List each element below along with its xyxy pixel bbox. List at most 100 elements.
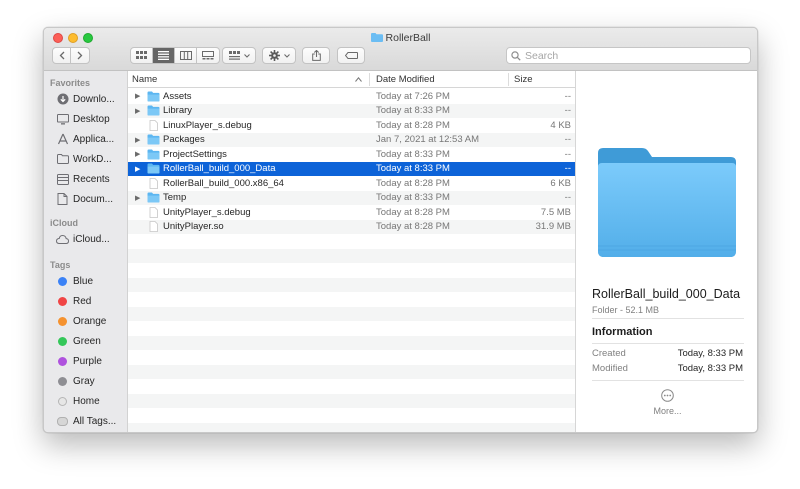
disclosure-triangle-icon[interactable]: ▶ bbox=[135, 136, 143, 144]
folder-icon bbox=[147, 192, 160, 203]
share-button[interactable] bbox=[302, 47, 330, 64]
row-name: Library bbox=[163, 105, 193, 117]
sidebar-item-icloud[interactable]: iCloud... bbox=[56, 231, 128, 247]
divider bbox=[592, 380, 744, 381]
action-menu-button[interactable] bbox=[262, 47, 296, 64]
tag-dot bbox=[58, 276, 67, 286]
table-row[interactable]: UnityPlayer.so Today at 8:28 PM 31.9 MB bbox=[128, 219, 575, 234]
sidebar-item-label: iCloud... bbox=[73, 233, 110, 245]
table-row[interactable]: RollerBall_build_000.x86_64 Today at 8:28… bbox=[128, 176, 575, 191]
sidebar-item-label: Red bbox=[73, 295, 92, 307]
row-date-modified: Today at 8:33 PM bbox=[376, 105, 450, 117]
sidebar-item-applications[interactable]: Applica... bbox=[56, 131, 128, 147]
sidebar-tag-red[interactable]: Red bbox=[56, 293, 128, 309]
sidebar-tag-blue[interactable]: Blue bbox=[56, 273, 128, 289]
tag-dot bbox=[58, 296, 67, 306]
column-header-size[interactable]: Size bbox=[514, 74, 532, 85]
row-name: ProjectSettings bbox=[163, 148, 227, 160]
row-date-modified: Today at 8:28 PM bbox=[376, 119, 450, 131]
forward-button[interactable] bbox=[71, 48, 89, 63]
row-name: LinuxPlayer_s.debug bbox=[163, 119, 252, 131]
folder-icon bbox=[147, 149, 160, 160]
gallery-view-button[interactable] bbox=[197, 48, 219, 63]
column-header-date-modified[interactable]: Date Modified bbox=[376, 74, 435, 85]
sidebar-heading-icloud: iCloud bbox=[50, 218, 78, 228]
list-header: Name Date Modified Size bbox=[128, 71, 575, 88]
chevron-left-icon bbox=[59, 51, 64, 60]
folder-icon bbox=[147, 105, 160, 116]
row-size: 31.9 MB bbox=[535, 221, 571, 233]
table-row[interactable]: LinuxPlayer_s.debug Today at 8:28 PM 4 KB bbox=[128, 118, 575, 133]
sidebar-tag-home[interactable]: Home bbox=[56, 393, 128, 409]
sidebar-tag-orange[interactable]: Orange bbox=[56, 313, 128, 329]
table-row[interactable]: ▶ Packages Jan 7, 2021 at 12:53 AM -- bbox=[128, 132, 575, 147]
cloud-icon bbox=[56, 233, 69, 246]
folder-preview-icon bbox=[598, 148, 736, 257]
finder-window: RollerBall Search Favorites Downlo... De… bbox=[43, 27, 758, 433]
edit-tags-button[interactable] bbox=[337, 47, 365, 64]
sidebar-item-downloads[interactable]: Downlo... bbox=[56, 91, 128, 107]
table-row[interactable]: ▶ RollerBall_build_000_Data Today at 8:33 … bbox=[128, 161, 575, 176]
divider bbox=[592, 343, 744, 344]
sidebar-tag-purple[interactable]: Purple bbox=[56, 353, 128, 369]
disclosure-triangle-icon[interactable]: ▶ bbox=[135, 165, 143, 173]
table-row[interactable]: ▶ ProjectSettings Today at 8:33 PM -- bbox=[128, 147, 575, 162]
sidebar-item-label: WorkD... bbox=[73, 153, 112, 165]
empty-row-stripe bbox=[128, 277, 575, 292]
divider bbox=[592, 318, 744, 319]
gallery-icon bbox=[202, 51, 214, 60]
search-field[interactable]: Search bbox=[506, 47, 751, 64]
list-view-button[interactable] bbox=[153, 48, 175, 63]
table-row[interactable]: UnityPlayer_s.debug Today at 8:28 PM 7.5 M… bbox=[128, 205, 575, 220]
icon-view-button[interactable] bbox=[131, 48, 153, 63]
sidebar-item-label: Orange bbox=[73, 315, 107, 327]
share-icon bbox=[311, 50, 321, 61]
table-row[interactable]: ▶ Assets Today at 7:26 PM -- bbox=[128, 89, 575, 104]
file-icon bbox=[147, 119, 160, 131]
row-date-modified: Today at 8:28 PM bbox=[376, 206, 450, 218]
created-label: Created bbox=[592, 348, 626, 359]
group-icon bbox=[228, 51, 240, 60]
more-button[interactable]: More... bbox=[576, 406, 757, 416]
back-button[interactable] bbox=[53, 48, 71, 63]
preview-subtitle: Folder - 52.1 MB bbox=[592, 305, 660, 315]
applications-icon bbox=[56, 133, 69, 146]
search-icon bbox=[511, 50, 521, 61]
table-row[interactable]: ▶ Library Today at 8:33 PM -- bbox=[128, 103, 575, 118]
more-icon[interactable] bbox=[661, 389, 674, 402]
disclosure-triangle-icon[interactable]: ▶ bbox=[135, 150, 143, 158]
tag-dot bbox=[58, 316, 67, 326]
group-by-button[interactable] bbox=[222, 47, 256, 64]
chevron-down-icon bbox=[283, 53, 290, 58]
disclosure-triangle-icon[interactable]: ▶ bbox=[135, 107, 143, 115]
sidebar-tag-green[interactable]: Green bbox=[56, 333, 128, 349]
search-placeholder: Search bbox=[525, 49, 559, 62]
columns-icon bbox=[179, 51, 192, 60]
folder-icon bbox=[56, 153, 69, 166]
tag-dot bbox=[58, 336, 67, 346]
file-icon bbox=[147, 206, 160, 218]
empty-row-stripe bbox=[128, 350, 575, 365]
tag-dot bbox=[58, 376, 67, 386]
sidebar-item-label: Home bbox=[73, 395, 100, 407]
sort-ascending-icon[interactable] bbox=[355, 77, 362, 82]
preview-pane: RollerBall_build_000_Data Folder - 52.1 … bbox=[575, 71, 757, 432]
sidebar-item-recents[interactable]: Recents bbox=[56, 171, 128, 187]
sidebar-item-workd[interactable]: WorkD... bbox=[56, 151, 128, 167]
disclosure-triangle-icon[interactable]: ▶ bbox=[135, 92, 143, 100]
column-header-name[interactable]: Name bbox=[132, 74, 157, 85]
empty-row-stripe bbox=[128, 263, 575, 278]
column-divider[interactable] bbox=[369, 73, 370, 86]
sidebar-tag-all-tags[interactable]: All Tags... bbox=[56, 413, 128, 429]
sidebar-tag-gray[interactable]: Gray bbox=[56, 373, 128, 389]
sidebar-item-label: Purple bbox=[73, 355, 102, 367]
sidebar-item-documents[interactable]: Docum... bbox=[56, 191, 128, 207]
row-size: -- bbox=[564, 90, 571, 102]
table-row[interactable]: ▶ Temp Today at 8:33 PM -- bbox=[128, 190, 575, 205]
column-view-button[interactable] bbox=[175, 48, 197, 63]
sidebar: Favorites Downlo... Desktop Applica... W… bbox=[44, 71, 128, 432]
disclosure-triangle-icon[interactable]: ▶ bbox=[135, 194, 143, 202]
column-divider[interactable] bbox=[508, 73, 509, 86]
sidebar-item-label: Gray bbox=[73, 375, 95, 387]
sidebar-item-desktop[interactable]: Desktop bbox=[56, 111, 128, 127]
